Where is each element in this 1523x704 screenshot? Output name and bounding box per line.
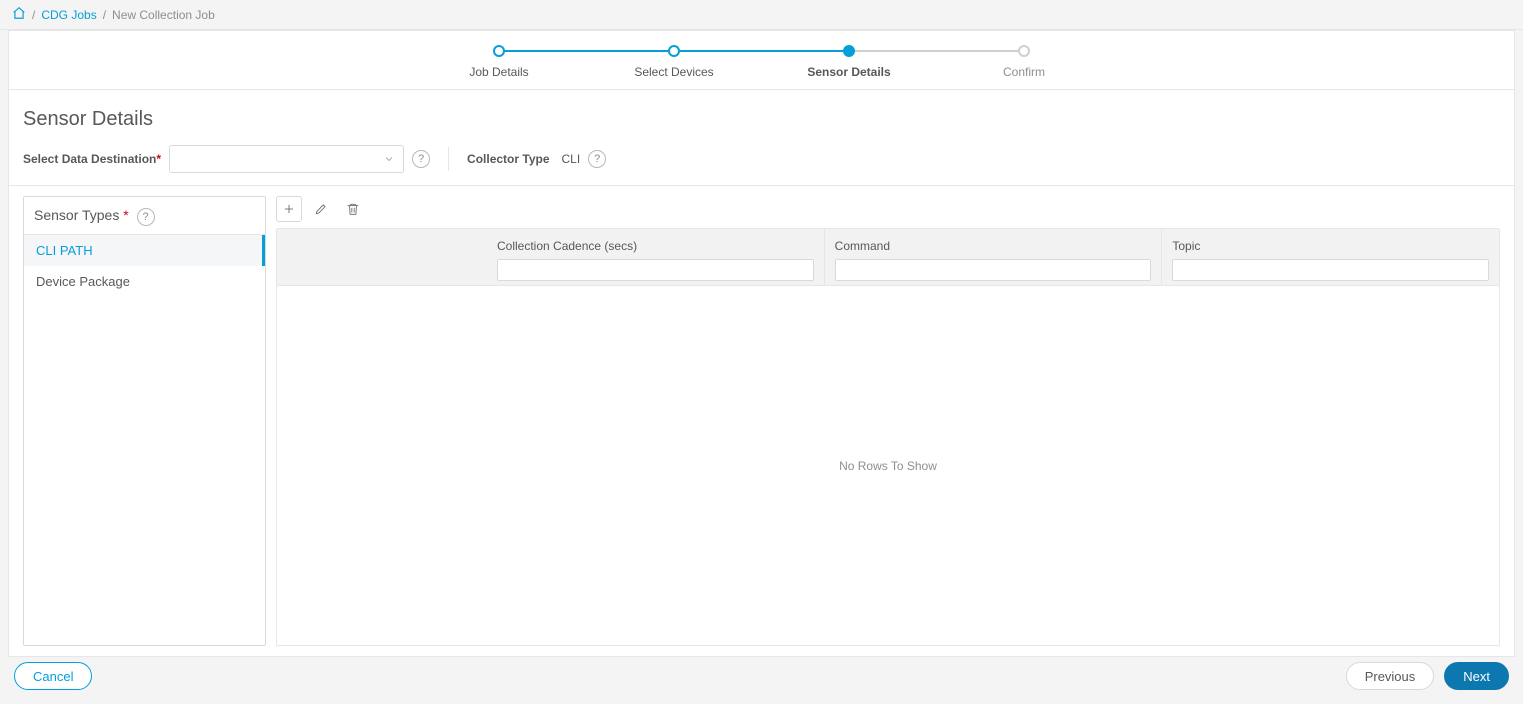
cancel-button[interactable]: Cancel (14, 662, 92, 690)
help-icon[interactable]: ? (137, 208, 155, 226)
grid-col-label: Topic (1172, 239, 1489, 253)
collector-type-label: Collector Type (467, 152, 549, 166)
grid-empty-state: No Rows To Show (277, 286, 1499, 645)
trash-icon (346, 202, 360, 216)
previous-button[interactable]: Previous (1346, 662, 1435, 690)
filter-topic-input[interactable] (1172, 259, 1489, 281)
dest-label: Select Data Destination* (23, 152, 161, 166)
breadcrumb-sep: / (103, 8, 106, 22)
grid-col-label: Command (835, 239, 1152, 253)
sensor-type-cli-path[interactable]: CLI PATH (24, 235, 265, 266)
grid-col-command: Command (825, 229, 1163, 285)
pencil-icon (314, 202, 328, 216)
sensor-type-device-package[interactable]: Device Package (24, 266, 265, 297)
collector-type-value: CLI (562, 152, 581, 166)
delete-button[interactable] (340, 196, 366, 222)
add-button[interactable] (276, 196, 302, 222)
home-icon[interactable] (12, 6, 26, 23)
chevron-down-icon (383, 153, 395, 165)
grid-col-label: Collection Cadence (secs) (497, 239, 814, 253)
filter-cadence-input[interactable] (497, 259, 814, 281)
grid-col-topic: Topic (1162, 229, 1499, 285)
dest-select[interactable] (169, 145, 404, 173)
next-button[interactable]: Next (1444, 662, 1509, 690)
form-row: Select Data Destination* ? Collector Typ… (9, 145, 1514, 186)
plus-icon (282, 202, 296, 216)
grid-toolbar (276, 196, 1500, 222)
wizard-footer: Cancel Previous Next (0, 662, 1523, 690)
breadcrumb-link-cdg-jobs[interactable]: CDG Jobs (41, 8, 96, 22)
edit-button[interactable] (308, 196, 334, 222)
breadcrumb-sep: / (32, 8, 35, 22)
breadcrumb-current: New Collection Job (112, 8, 215, 22)
sensor-types-heading: Sensor Types * ? (24, 197, 265, 235)
sensor-types-panel: Sensor Types * ? CLI PATH Device Package (23, 196, 266, 646)
step-job-details[interactable]: Job Details (412, 45, 587, 79)
sensor-grid: Collection Cadence (secs) Command Topic … (276, 228, 1500, 646)
breadcrumb: / CDG Jobs / New Collection Job (0, 0, 1523, 30)
filter-command-input[interactable] (835, 259, 1152, 281)
wizard-stepper: Job Details Select Devices Sensor Detail… (9, 31, 1514, 90)
help-icon[interactable]: ? (588, 150, 606, 168)
help-icon[interactable]: ? (412, 150, 430, 168)
grid-col-cadence: Collection Cadence (secs) (487, 229, 825, 285)
page-title: Sensor Details (23, 108, 1514, 131)
grid-head-spacer (277, 229, 487, 285)
separator (448, 147, 449, 171)
